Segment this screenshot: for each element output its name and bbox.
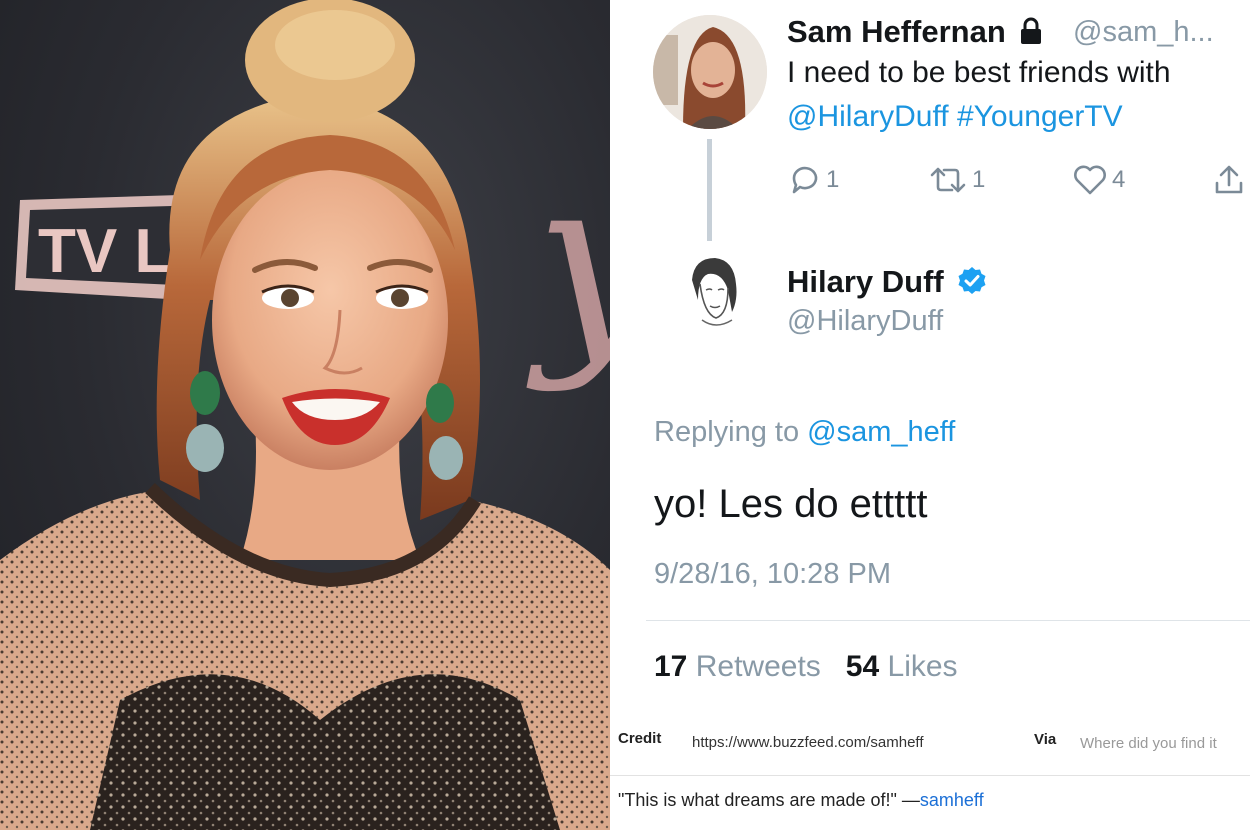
parent-author[interactable]: Sam Heffernan	[787, 14, 1044, 50]
parent-text-line1: I need to be best friends with	[787, 56, 1171, 89]
parent-display-name[interactable]: Sam Heffernan	[787, 14, 1006, 49]
celebrity-photo: TV LA y	[0, 0, 610, 830]
replying-to-handle[interactable]: @sam_heff	[807, 416, 955, 448]
like-icon	[1074, 165, 1106, 195]
backdrop-script-letter: y	[526, 128, 610, 395]
share-icon	[1215, 165, 1243, 194]
credit-divider	[610, 775, 1250, 776]
reply-body: yo! Les do ettttt	[654, 482, 928, 526]
sam-avatar[interactable]	[653, 15, 767, 129]
lock-icon	[1021, 17, 1042, 44]
retweet-icon	[930, 167, 966, 193]
reply-display-name[interactable]: Hilary Duff	[787, 264, 944, 299]
tweet-panel: Sam Heffernan @sam_h... I need to be bes…	[610, 0, 1250, 830]
reply-action[interactable]: 1	[788, 160, 839, 200]
retweets-label[interactable]: Retweets	[696, 650, 821, 683]
mention-link[interactable]: @HilaryDuff	[787, 100, 949, 133]
retweet-action[interactable]: 1	[928, 160, 985, 200]
retweets-number: 17	[654, 650, 688, 683]
replying-to-line: Replying to @sam_heff	[654, 416, 955, 449]
replying-to-label: Replying to	[654, 416, 800, 448]
sam-avatar-image	[653, 15, 767, 129]
quote-text: "This is what dreams are made of!" —	[618, 790, 920, 810]
hilary-avatar[interactable]	[670, 250, 756, 336]
reply-author[interactable]: Hilary Duff	[787, 264, 988, 300]
retweet-count: 1	[972, 166, 986, 193]
caption-quote: "This is what dreams are made of!" —samh…	[618, 790, 984, 811]
hashtag-link[interactable]: #YoungerTV	[957, 100, 1123, 133]
reply-handle[interactable]: @HilaryDuff	[787, 305, 943, 338]
thread-connector-line	[707, 139, 712, 241]
share-action[interactable]	[1212, 160, 1246, 200]
like-count: 4	[1112, 166, 1126, 193]
parent-handle[interactable]: @sam_h...	[1073, 16, 1214, 49]
credit-url[interactable]: https://www.buzzfeed.com/samheff	[692, 734, 924, 751]
likes-number: 54	[845, 650, 880, 683]
parent-text-line2: @HilaryDuff #YoungerTV	[787, 100, 1123, 134]
engagement-stats: 17 Retweets 54 Likes	[654, 650, 958, 684]
verified-badge-icon	[958, 267, 986, 294]
reply-icon	[792, 166, 818, 194]
via-label: Via	[1034, 731, 1057, 748]
credit-label: Credit	[618, 730, 662, 747]
reply-timestamp[interactable]: 9/28/16, 10:28 PM	[654, 558, 891, 591]
likes-label[interactable]: Likes	[888, 650, 958, 683]
hilary-avatar-image	[670, 250, 756, 336]
stats-divider	[646, 620, 1250, 621]
like-action[interactable]: 4	[1072, 160, 1125, 200]
reply-count: 1	[826, 166, 840, 193]
via-input[interactable]: Where did you find it	[1080, 735, 1217, 752]
photo-illustration: TV LA y	[0, 0, 610, 830]
quote-author-link[interactable]: samheff	[920, 790, 984, 810]
